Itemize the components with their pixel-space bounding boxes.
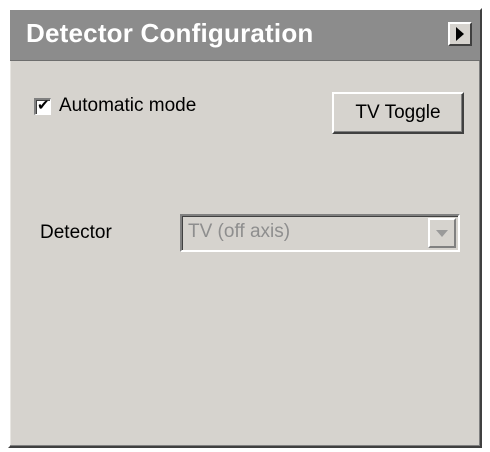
automatic-mode-checkbox[interactable]: ✔ (34, 96, 51, 115)
chevron-down-icon (436, 230, 448, 237)
automatic-mode-row[interactable]: ✔ Automatic mode (34, 94, 196, 118)
triangle-right-icon (456, 27, 464, 41)
collapse-button[interactable] (448, 22, 472, 46)
panel-titlebar: Detector Configuration (10, 10, 480, 61)
panel-title: Detector Configuration (26, 18, 314, 48)
detector-select-value: TV (off axis) (188, 221, 291, 242)
tv-toggle-button[interactable]: TV Toggle (332, 92, 464, 134)
detector-label: Detector (40, 222, 112, 243)
detector-dropdown-button[interactable] (428, 218, 456, 248)
automatic-mode-label[interactable]: Automatic mode (59, 95, 196, 117)
detector-select[interactable]: TV (off axis) (180, 214, 460, 252)
checkmark-icon: ✔ (37, 96, 50, 114)
panel-content: ✔ Automatic mode TV Toggle Detector TV (… (10, 60, 480, 446)
detector-configuration-panel: Detector Configuration ✔ Automatic mode … (8, 8, 482, 448)
